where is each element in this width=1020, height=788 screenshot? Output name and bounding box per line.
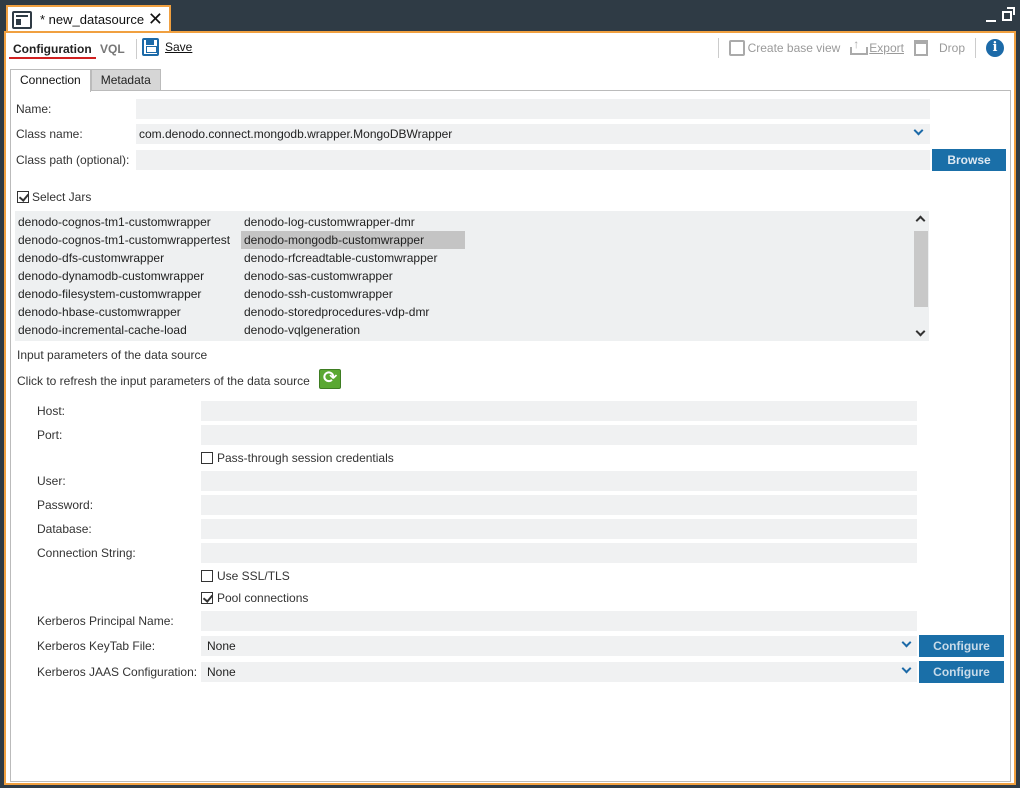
list-item[interactable]: denodo-ssh-customwrapper bbox=[241, 285, 465, 303]
active-tab-underline bbox=[9, 57, 96, 59]
list-item-selected[interactable]: denodo-mongodb-customwrapper bbox=[241, 231, 465, 249]
minimize-icon[interactable] bbox=[986, 12, 996, 22]
list-item[interactable]: denodo-sas-customwrapper bbox=[241, 267, 465, 285]
class-path-label: Class path (optional): bbox=[16, 153, 130, 167]
ssl-label: Use SSL/TLS bbox=[217, 569, 290, 583]
database-input[interactable] bbox=[201, 519, 917, 539]
user-label: User: bbox=[37, 474, 66, 488]
kerberos-keytab-select[interactable]: None bbox=[201, 636, 917, 656]
save-icon bbox=[142, 38, 159, 56]
passthrough-checkbox[interactable] bbox=[201, 452, 213, 464]
create-base-view-label: Create base view bbox=[747, 41, 841, 55]
kerberos-jaas-select[interactable]: None bbox=[201, 662, 917, 682]
name-input[interactable] bbox=[136, 99, 930, 119]
scroll-thumb[interactable] bbox=[914, 231, 928, 307]
refresh-params-text: Click to refresh the input parameters of… bbox=[17, 374, 310, 388]
host-input[interactable] bbox=[201, 401, 917, 421]
class-path-input[interactable] bbox=[136, 150, 930, 170]
connection-panel: Name: Class name: com.denodo.connect.mon… bbox=[10, 90, 1011, 782]
kerberos-principal-input[interactable] bbox=[201, 611, 917, 631]
ssl-checkbox[interactable] bbox=[201, 570, 213, 582]
tab-vql[interactable]: VQL bbox=[100, 42, 125, 56]
list-item[interactable]: denodo-cognos-tm1-customwrapper bbox=[15, 213, 230, 231]
editor-frame: Configuration VQL Save Create base view … bbox=[4, 31, 1016, 785]
toolbar-divider bbox=[136, 39, 137, 59]
passthrough-label: Pass-through session credentials bbox=[217, 451, 394, 465]
connection-string-label: Connection String: bbox=[37, 546, 136, 560]
class-name-label: Class name: bbox=[16, 127, 83, 141]
password-input[interactable] bbox=[201, 495, 917, 515]
scroll-up-icon[interactable] bbox=[915, 215, 926, 226]
name-label: Name: bbox=[16, 102, 52, 116]
export-label: Export bbox=[869, 41, 904, 55]
kerberos-keytab-value: None bbox=[207, 639, 236, 653]
tab-connection[interactable]: Connection bbox=[10, 69, 91, 92]
drop-label: Drop bbox=[938, 41, 965, 55]
kerberos-keytab-label: Kerberos KeyTab File: bbox=[37, 639, 156, 653]
base-view-icon bbox=[728, 40, 745, 56]
toolbar-divider bbox=[717, 38, 719, 58]
kerberos-jaas-configure-button[interactable]: Configure bbox=[919, 661, 1004, 683]
tab-metadata[interactable]: Metadata bbox=[90, 69, 161, 91]
document-tab-title: * new_datasource bbox=[40, 12, 145, 27]
scroll-down-icon[interactable] bbox=[915, 326, 926, 337]
tab-configuration[interactable]: Configuration bbox=[13, 42, 92, 56]
jar-list-scrollbar[interactable] bbox=[913, 211, 929, 341]
input-params-title: Input parameters of the data source bbox=[17, 348, 208, 362]
trash-icon bbox=[913, 40, 928, 56]
list-item[interactable]: denodo-dfs-customwrapper bbox=[15, 249, 230, 267]
toolbar-actions: Create base view Export Drop i bbox=[717, 37, 1004, 58]
refresh-icon[interactable] bbox=[319, 368, 341, 389]
list-item[interactable]: denodo-filesystem-customwrapper bbox=[15, 285, 230, 303]
toolbar-divider bbox=[975, 38, 976, 58]
list-item[interactable]: denodo-hbase-customwrapper bbox=[15, 303, 230, 321]
window-controls bbox=[986, 7, 1015, 22]
list-item[interactable]: denodo-cognos-tm1-customwrappertest bbox=[15, 231, 230, 249]
select-jars-label: Select Jars bbox=[32, 190, 92, 204]
pool-connections-checkbox[interactable] bbox=[201, 592, 213, 604]
port-label: Port: bbox=[37, 428, 63, 442]
document-tab[interactable]: * new_datasource ✕ bbox=[6, 5, 171, 32]
export-icon bbox=[850, 37, 869, 56]
class-name-select[interactable]: com.denodo.connect.mongodb.wrapper.Mongo… bbox=[136, 124, 930, 144]
connection-tabs: Connection Metadata bbox=[10, 69, 161, 92]
jar-column-2: denodo-log-customwrapper-dmr denodo-mong… bbox=[241, 213, 465, 339]
drop-button[interactable]: Drop bbox=[913, 40, 965, 56]
database-label: Database: bbox=[37, 522, 92, 536]
kerberos-jaas-value: None bbox=[207, 665, 236, 679]
maximize-icon[interactable] bbox=[1002, 7, 1015, 21]
browse-button[interactable]: Browse bbox=[932, 149, 1006, 171]
host-label: Host: bbox=[37, 404, 66, 418]
create-base-view-button[interactable]: Create base view bbox=[728, 40, 841, 56]
port-input[interactable] bbox=[201, 425, 917, 445]
list-item[interactable]: denodo-vqlgeneration bbox=[241, 321, 465, 339]
save-label: Save bbox=[165, 40, 193, 54]
user-input[interactable] bbox=[201, 471, 917, 491]
kerberos-jaas-label: Kerberos JAAS Configuration: bbox=[37, 665, 198, 679]
password-label: Password: bbox=[37, 498, 94, 512]
list-item[interactable]: denodo-storedprocedures-vdp-dmr bbox=[241, 303, 465, 321]
jar-list[interactable]: denodo-cognos-tm1-customwrapper denodo-c… bbox=[15, 211, 929, 341]
close-icon[interactable]: ✕ bbox=[148, 9, 163, 29]
editor-tab-strip: * new_datasource ✕ bbox=[0, 0, 1020, 32]
datasource-icon bbox=[12, 10, 32, 29]
list-item[interactable]: denodo-rfcreadtable-customwrapper bbox=[241, 249, 465, 267]
toolbar: Configuration VQL Save Create base view … bbox=[6, 33, 1014, 65]
pool-connections-label: Pool connections bbox=[217, 591, 309, 605]
kerberos-keytab-configure-button[interactable]: Configure bbox=[919, 635, 1004, 657]
kerberos-principal-label: Kerberos Principal Name: bbox=[37, 614, 174, 628]
select-jars-checkbox[interactable] bbox=[17, 191, 29, 203]
class-name-value: com.denodo.connect.mongodb.wrapper.Mongo… bbox=[139, 127, 453, 141]
connection-string-input[interactable] bbox=[201, 543, 917, 563]
info-icon[interactable]: i bbox=[986, 39, 1004, 57]
export-button[interactable]: Export bbox=[850, 37, 904, 56]
list-item[interactable]: denodo-log-customwrapper-dmr bbox=[241, 213, 465, 231]
save-button[interactable]: Save bbox=[142, 38, 192, 56]
list-item[interactable]: denodo-dynamodb-customwrapper bbox=[15, 267, 230, 285]
list-item[interactable]: denodo-incremental-cache-load bbox=[15, 321, 230, 339]
jar-column-1: denodo-cognos-tm1-customwrapper denodo-c… bbox=[15, 213, 230, 339]
